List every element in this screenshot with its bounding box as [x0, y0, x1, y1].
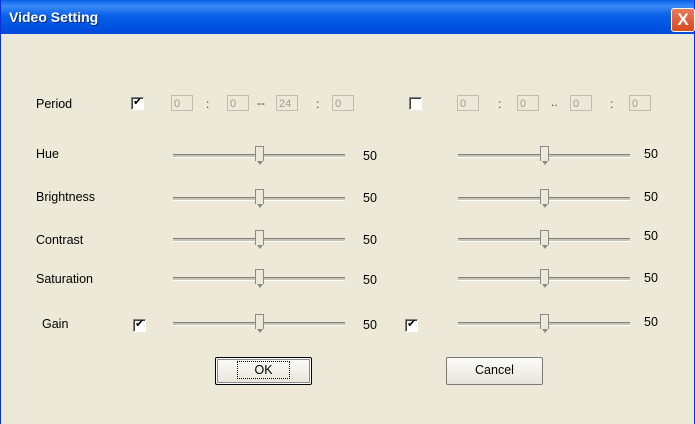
contrast-right-value: 50 — [644, 229, 658, 243]
saturation-right-value: 50 — [644, 271, 658, 285]
hue-right-value: 50 — [644, 147, 658, 161]
contrast-right-slider[interactable] — [458, 230, 630, 250]
hue-label: Hue — [36, 147, 59, 161]
close-button[interactable]: X — [671, 8, 695, 32]
slider-thumb[interactable] — [255, 269, 264, 288]
hue-left-slider[interactable] — [173, 146, 345, 166]
slider-thumb[interactable] — [540, 189, 549, 208]
cancel-button[interactable]: Cancel — [446, 357, 543, 385]
video-setting-window: Video Setting X Period 0 : 0 -- 24 : 0 0… — [0, 0, 695, 424]
slider-thumb[interactable] — [540, 146, 549, 165]
period-right-to-minute[interactable]: 0 — [629, 95, 651, 111]
gain-right-value: 50 — [644, 315, 658, 329]
period-left-from-minute[interactable]: 0 — [227, 95, 249, 111]
gain-right-slider[interactable] — [458, 314, 630, 334]
period-right-from-hour[interactable]: 0 — [457, 95, 479, 111]
slider-thumb[interactable] — [255, 314, 264, 333]
period-left-dash: -- — [257, 96, 265, 110]
period-left-from-hour[interactable]: 0 — [171, 95, 193, 111]
brightness-right-value: 50 — [644, 190, 658, 204]
brightness-left-value: 50 — [363, 191, 377, 205]
period-left-colon-2: : — [316, 97, 320, 111]
brightness-left-slider[interactable] — [173, 189, 345, 209]
ok-button[interactable]: OK — [215, 357, 312, 385]
period-right-from-minute[interactable]: 0 — [517, 95, 539, 111]
gain-label: Gain — [42, 317, 69, 331]
slider-thumb[interactable] — [540, 314, 549, 333]
gain-left-checkbox[interactable] — [133, 317, 146, 332]
close-icon: X — [677, 10, 689, 29]
title-bar[interactable]: Video Setting X — [1, 0, 695, 34]
period-left-to-hour[interactable]: 24 — [276, 95, 298, 111]
gain-left-slider[interactable] — [173, 314, 345, 334]
period-label: Period — [36, 97, 73, 111]
ok-button-label: OK — [237, 361, 290, 379]
period-left-checkbox[interactable] — [131, 95, 144, 110]
saturation-right-slider[interactable] — [458, 269, 630, 289]
gain-left-value: 50 — [363, 318, 377, 332]
saturation-left-value: 50 — [363, 273, 377, 287]
slider-thumb[interactable] — [540, 230, 549, 249]
period-left-colon-1: : — [206, 97, 210, 111]
period-right-colon-2: : — [610, 97, 614, 111]
period-left-to-minute[interactable]: 0 — [332, 95, 354, 111]
contrast-left-slider[interactable] — [173, 230, 345, 250]
slider-thumb[interactable] — [540, 269, 549, 288]
hue-left-value: 50 — [363, 149, 377, 163]
hue-right-slider[interactable] — [458, 146, 630, 166]
brightness-label: Brightness — [36, 190, 96, 204]
window-title: Video Setting — [9, 9, 99, 25]
gain-right-checkbox[interactable] — [405, 317, 418, 332]
contrast-label: Contrast — [36, 233, 84, 247]
period-right-checkbox[interactable] — [409, 97, 422, 110]
period-right-to-hour[interactable]: 0 — [570, 95, 592, 111]
cancel-button-label: Cancel — [475, 363, 514, 377]
saturation-label: Saturation — [36, 272, 93, 286]
slider-thumb[interactable] — [255, 189, 264, 208]
brightness-right-slider[interactable] — [458, 189, 630, 209]
slider-thumb[interactable] — [255, 146, 264, 165]
saturation-left-slider[interactable] — [173, 269, 345, 289]
slider-thumb[interactable] — [255, 230, 264, 249]
period-right-dash: .. — [551, 95, 558, 109]
period-right-colon-1: : — [498, 97, 502, 111]
contrast-left-value: 50 — [363, 233, 377, 247]
